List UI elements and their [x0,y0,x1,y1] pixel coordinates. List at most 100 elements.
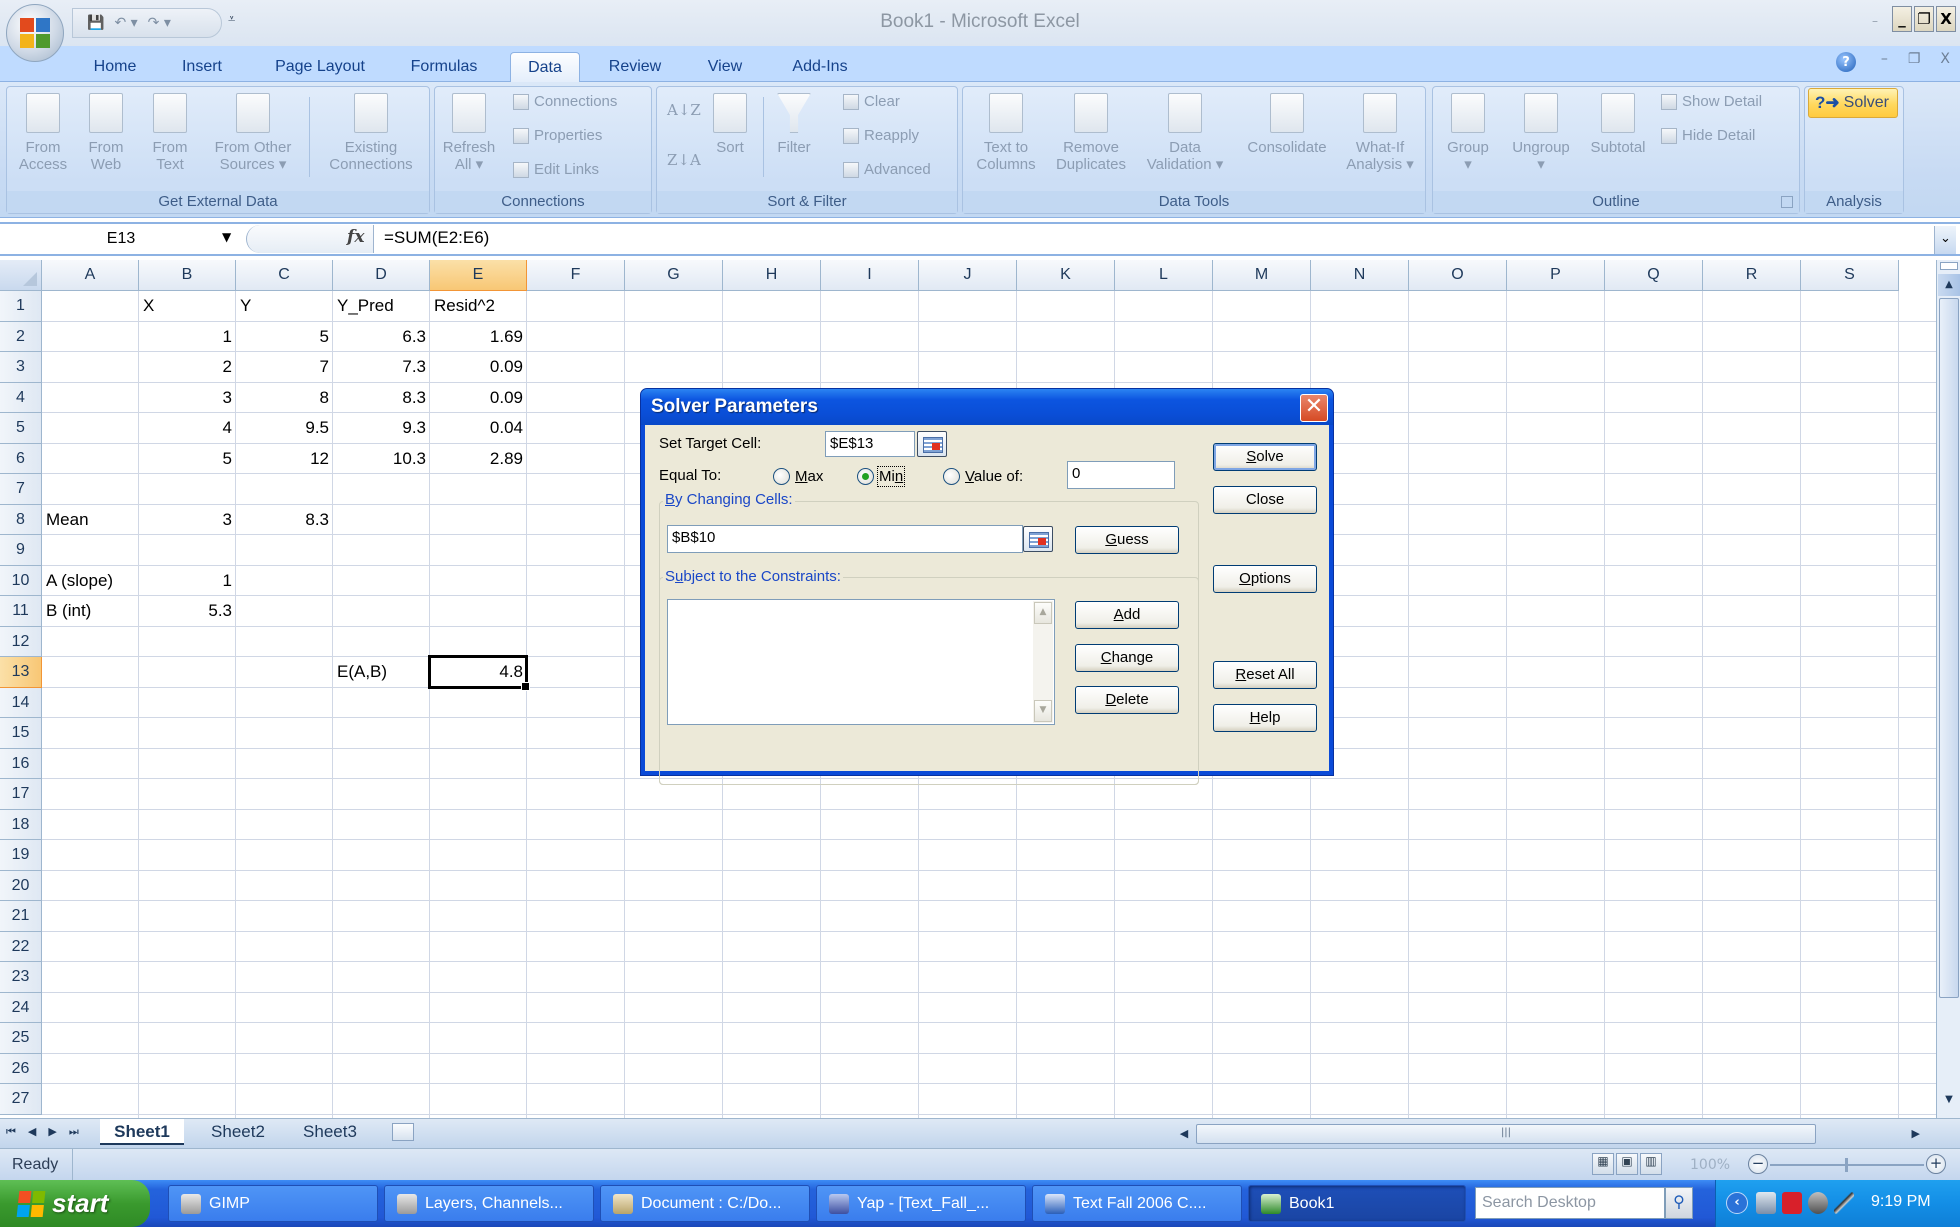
constraints-scrollbar[interactable]: ▲ ▼ [1033,601,1053,723]
cell-a8[interactable]: Mean [42,505,139,536]
value-of-radio[interactable] [943,468,960,485]
dialog-close-button[interactable]: ✕ [1300,394,1328,422]
row-header-12[interactable]: 12 [0,626,42,657]
group-button[interactable]: Group ▾ [1439,93,1497,173]
row-header-11[interactable]: 11 [0,596,42,627]
cell-c4[interactable]: 8 [236,383,333,414]
taskbar-item-book1[interactable]: Book1 [1248,1185,1466,1222]
start-button[interactable]: start [0,1180,150,1227]
set-target-cell-input[interactable]: $E$13 [825,431,915,457]
ungroup-button[interactable]: Ungroup ▾ [1503,93,1579,173]
row-header-9[interactable]: 9 [0,535,42,566]
cell-d4[interactable]: 8.3 [333,383,430,414]
page-break-view-icon[interactable]: ▥ [1640,1153,1662,1175]
sort-a-z-button[interactable]: A↓Z [667,101,701,119]
tab-formulas[interactable]: Formulas [404,52,484,82]
column-header-k[interactable]: K [1017,260,1115,291]
row-header-23[interactable]: 23 [0,962,42,993]
sort-button[interactable]: Sort [707,93,753,156]
delete-button[interactable]: Delete [1075,686,1179,714]
insert-sheet-icon[interactable] [392,1123,414,1141]
antivirus-icon[interactable] [1782,1192,1802,1214]
what-if-analysis-button[interactable]: What-If Analysis ▾ [1337,93,1423,173]
cell-c2[interactable]: 5 [236,322,333,353]
office-button[interactable] [6,4,64,62]
row-header-22[interactable]: 22 [0,931,42,962]
edit-links-button[interactable]: Edit Links [513,161,599,178]
doc-close-button[interactable]: X [1940,51,1950,67]
options-button[interactable]: Options [1213,565,1317,593]
row-header-1[interactable]: 1 [0,291,42,322]
expand-formula-bar-icon[interactable]: ⌄ [1934,226,1956,254]
cell-b6[interactable]: 5 [139,444,236,475]
row-header-18[interactable]: 18 [0,809,42,840]
row-header-5[interactable]: 5 [0,413,42,444]
column-header-q[interactable]: Q [1605,260,1703,291]
column-header-j[interactable]: J [919,260,1017,291]
cell-d3[interactable]: 7.3 [333,352,430,383]
restore-button[interactable]: ❐ [1914,6,1934,32]
cell-b10[interactable]: 1 [139,566,236,597]
column-header-c[interactable]: C [236,260,333,291]
cell-d1[interactable]: Y_Pred [333,291,430,322]
cell-b4[interactable]: 3 [139,383,236,414]
data-validation-button[interactable]: Data Validation ▾ [1135,93,1235,173]
text-to-columns-button[interactable]: Text to Columns [967,93,1045,173]
scroll-down-icon[interactable]: ▼ [1938,1094,1960,1116]
network-icon[interactable] [1756,1192,1776,1214]
row-header-3[interactable]: 3 [0,352,42,383]
select-all-button[interactable] [0,260,42,291]
column-header-r[interactable]: R [1703,260,1801,291]
cell-b1[interactable]: X [139,291,236,322]
horizontal-scrollbar[interactable]: ◀ ||| ▶ [1160,1123,1920,1145]
row-header-15[interactable]: 15 [0,718,42,749]
tab-insert[interactable]: Insert [174,52,230,82]
close-dialog-button[interactable]: Close [1213,486,1317,514]
normal-view-icon[interactable]: ▦ [1592,1153,1614,1175]
reset-all-button[interactable]: Reset All [1213,661,1317,689]
show-hidden-icons-icon[interactable]: ‹ [1726,1192,1748,1214]
target-cell-ref-button[interactable] [917,431,947,457]
reapply-button[interactable]: Reapply [843,127,919,144]
row-header-13[interactable]: 13 [0,657,42,688]
from-other-sources-button[interactable]: From Other Sources ▾ [205,93,301,173]
filter-button[interactable]: Filter [769,93,819,156]
taskbar-item-word[interactable]: Text Fall 2006 C.... [1032,1185,1242,1222]
column-header-g[interactable]: G [625,260,723,291]
row-header-24[interactable]: 24 [0,992,42,1023]
clear-filter-button[interactable]: Clear [843,93,900,110]
cell-d2[interactable]: 6.3 [333,322,430,353]
cell-c6[interactable]: 12 [236,444,333,475]
row-header-19[interactable]: 19 [0,840,42,871]
column-header-i[interactable]: I [821,260,919,291]
column-header-h[interactable]: H [723,260,821,291]
cell-d13[interactable]: E(A,B) [333,657,430,688]
changing-cells-input[interactable]: $B$10 [667,525,1023,553]
first-sheet-icon[interactable]: ⏮ [6,1125,16,1139]
row-header-21[interactable]: 21 [0,901,42,932]
close-button[interactable]: X [1936,6,1956,32]
max-radio[interactable] [773,468,790,485]
cell-e2[interactable]: 1.69 [430,322,527,353]
scroll-left-icon[interactable]: ◀ [1174,1123,1194,1145]
page-layout-view-icon[interactable]: ▣ [1616,1153,1638,1175]
row-header-8[interactable]: 8 [0,504,42,535]
from-access-button[interactable]: From Access [15,93,71,173]
last-sheet-icon[interactable]: ⏭ [69,1125,79,1139]
row-header-7[interactable]: 7 [0,474,42,505]
taskbar-item-yap[interactable]: Yap - [Text_Fall_... [816,1185,1026,1222]
row-header-25[interactable]: 25 [0,1023,42,1054]
help-icon[interactable]: ? [1836,52,1856,72]
column-header-e[interactable]: E [430,260,527,291]
scroll-thumb-horizontal[interactable]: ||| [1196,1124,1816,1144]
from-web-button[interactable]: From Web [81,93,131,173]
scroll-down-icon[interactable]: ▼ [1034,700,1052,722]
cell-b5[interactable]: 4 [139,413,236,444]
scroll-up-icon[interactable]: ▲ [1938,274,1960,296]
taskbar-item-document[interactable]: Document : C:/Do... [600,1185,810,1222]
minimize-button[interactable]: _ [1892,6,1912,32]
scroll-thumb[interactable] [1939,298,1959,998]
refresh-all-button[interactable]: Refresh All ▾ [439,93,499,173]
tab-review[interactable]: Review [600,52,670,82]
advanced-filter-button[interactable]: Advanced [843,161,931,178]
